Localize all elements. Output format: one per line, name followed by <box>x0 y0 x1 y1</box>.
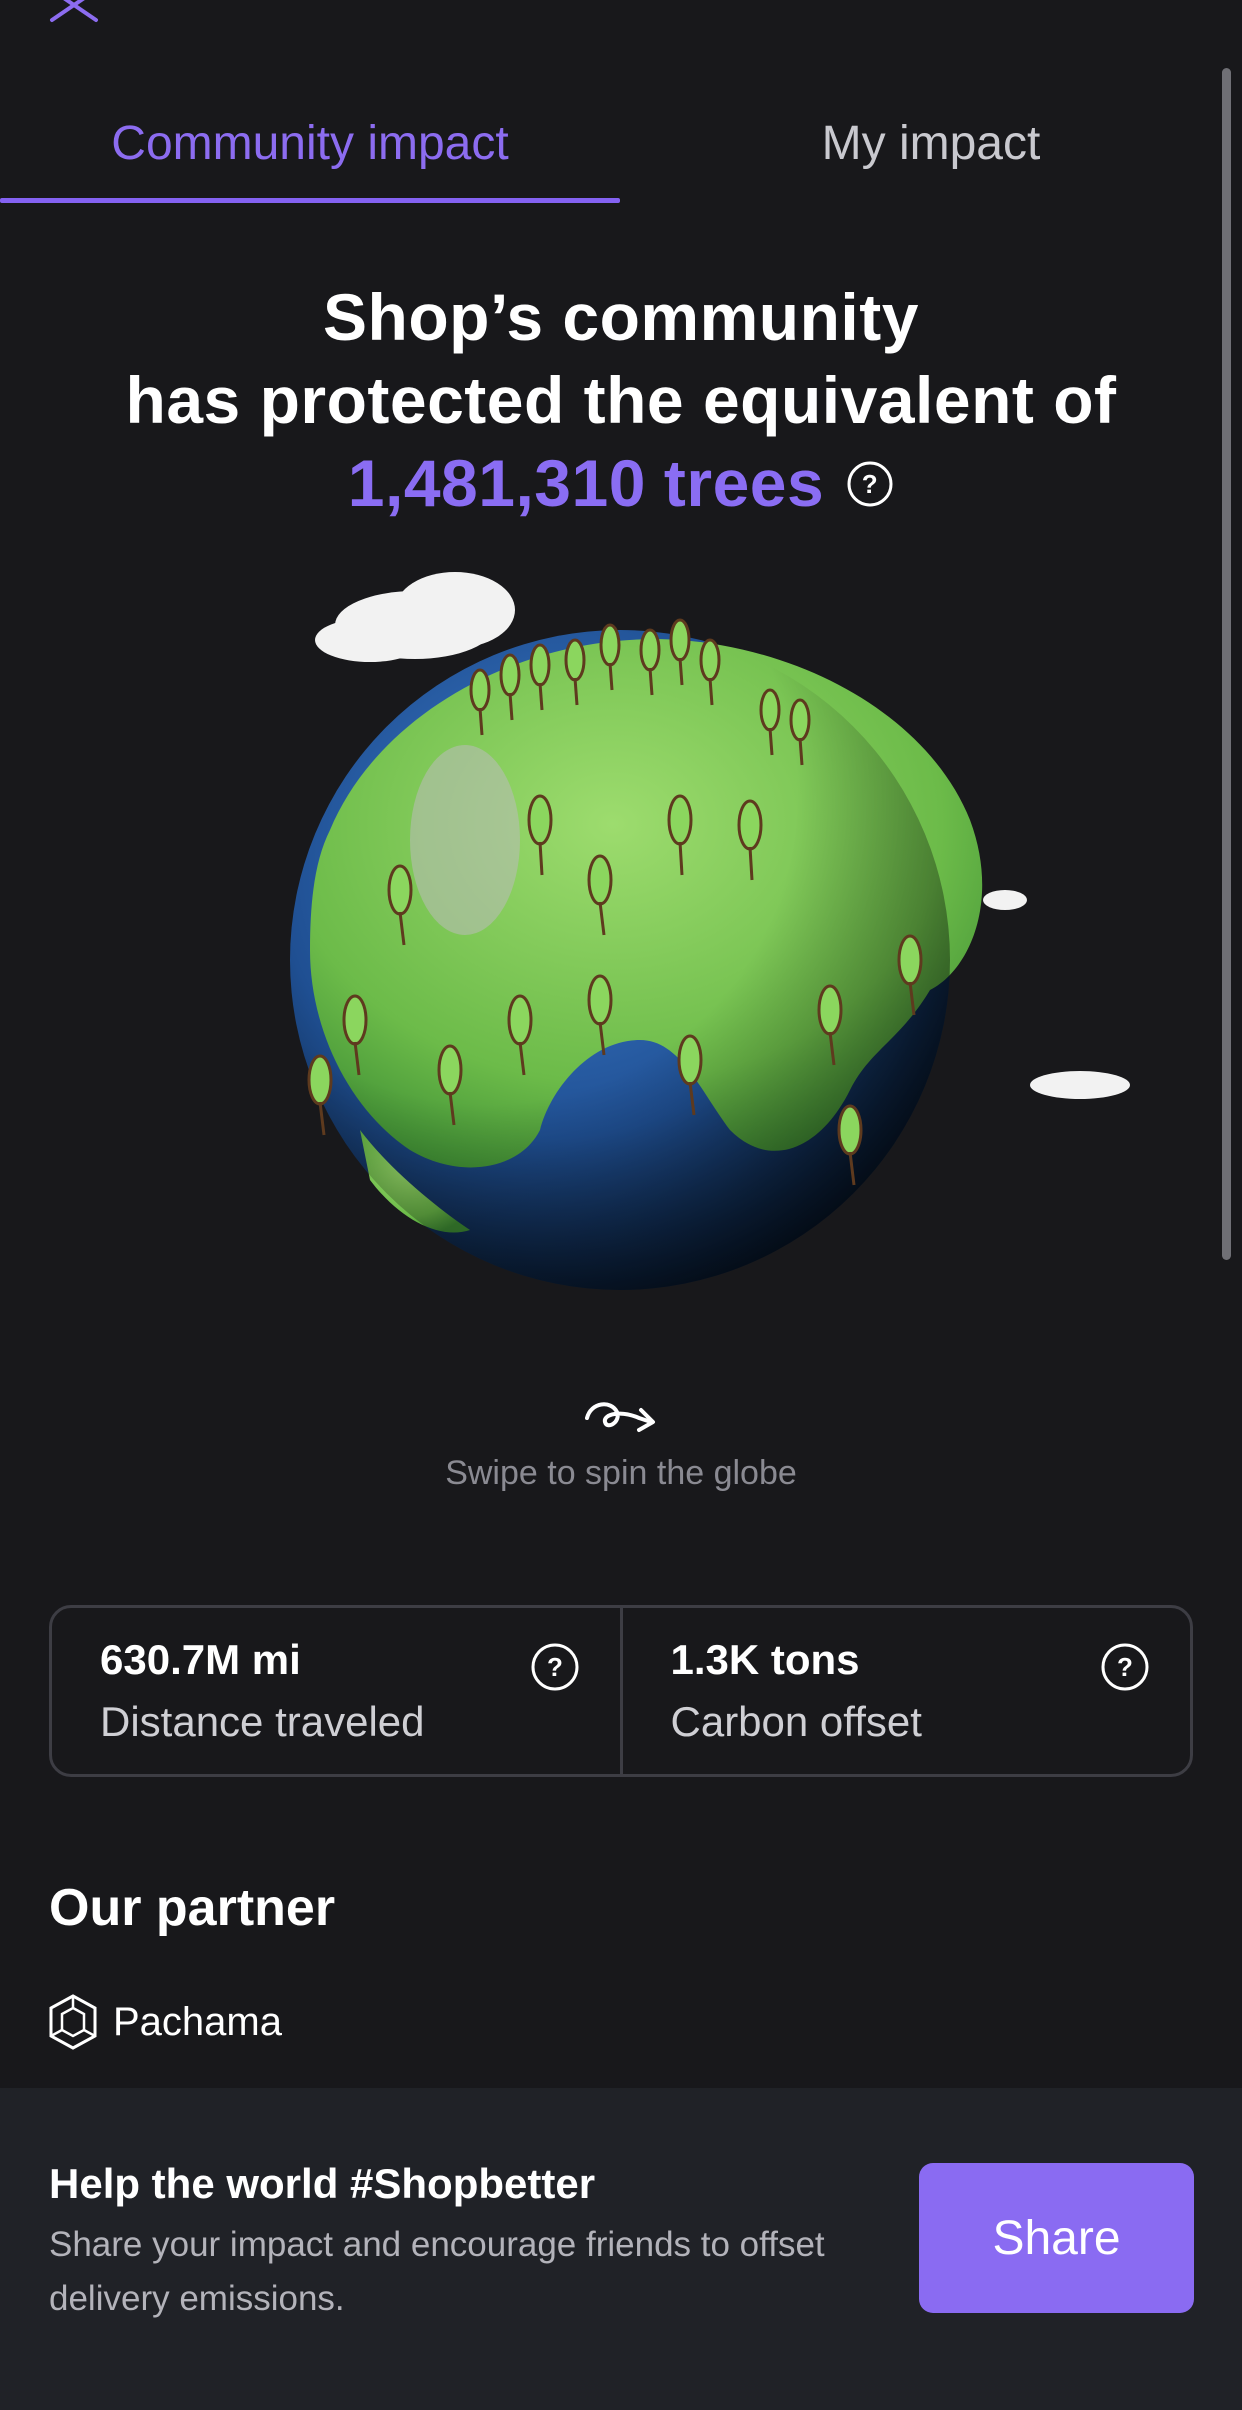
distance-label: Distance traveled <box>100 1698 425 1745</box>
stat-distance: 630.7M mi Distance traveled ? <box>52 1608 620 1774</box>
svg-text:?: ? <box>547 1652 563 1682</box>
headline-line-2: has protected the equivalent of <box>125 363 1117 437</box>
tab-community-impact[interactable]: Community impact <box>0 100 620 206</box>
footer-title: Help the world #Shopbetter <box>49 2160 596 2207</box>
globe-graphic <box>290 572 1130 1290</box>
carbon-label: Carbon offset <box>670 1698 922 1745</box>
close-icon <box>50 0 98 22</box>
partner-section-title: Our partner <box>49 1879 336 1937</box>
pachama-logo <box>49 1994 97 2050</box>
tab-community-label: Community impact <box>111 117 509 170</box>
tree-count-row: 1,481,310 trees ? <box>348 442 894 525</box>
tab-my-impact[interactable]: My impact <box>620 100 1242 206</box>
impact-tabs: Community impact My impact <box>0 100 1242 206</box>
globe-illustration[interactable] <box>210 570 1150 1330</box>
question-circle-icon[interactable]: ? <box>846 460 894 508</box>
svg-text:?: ? <box>1117 1652 1133 1682</box>
share-footer: Help the world #Shopbetter Share your im… <box>0 2088 1242 2410</box>
swipe-arrow-icon <box>585 1402 655 1432</box>
swipe-hint: Swipe to spin the globe <box>0 1392 1242 1493</box>
impact-stats: 630.7M mi Distance traveled ? 1.3K tons … <box>49 1605 1193 1777</box>
partner-name: Pachama <box>113 1999 282 2044</box>
close-button[interactable] <box>44 0 108 28</box>
svg-text:?: ? <box>862 469 878 499</box>
swipe-hint-text: Swipe to spin the globe <box>445 1454 797 1492</box>
impact-headline: Shop’s community has protected the equiv… <box>0 276 1242 525</box>
partner-link[interactable]: Pachama <box>47 1993 282 2051</box>
tree-unit: trees <box>663 446 825 520</box>
footer-description: Share your impact and encourage friends … <box>49 2225 825 2318</box>
headline-line-1: Shop’s community <box>323 280 919 354</box>
share-button[interactable]: Share <box>919 2163 1194 2313</box>
scrollbar[interactable] <box>1222 68 1231 1260</box>
carbon-help-icon[interactable]: ? <box>1100 1642 1150 1692</box>
stat-carbon: 1.3K tons Carbon offset ? <box>619 1608 1191 1774</box>
distance-help-icon[interactable]: ? <box>530 1642 580 1692</box>
active-tab-indicator <box>0 198 620 203</box>
tab-my-label: My impact <box>821 117 1041 170</box>
tree-count: 1,481,310 <box>347 446 646 520</box>
